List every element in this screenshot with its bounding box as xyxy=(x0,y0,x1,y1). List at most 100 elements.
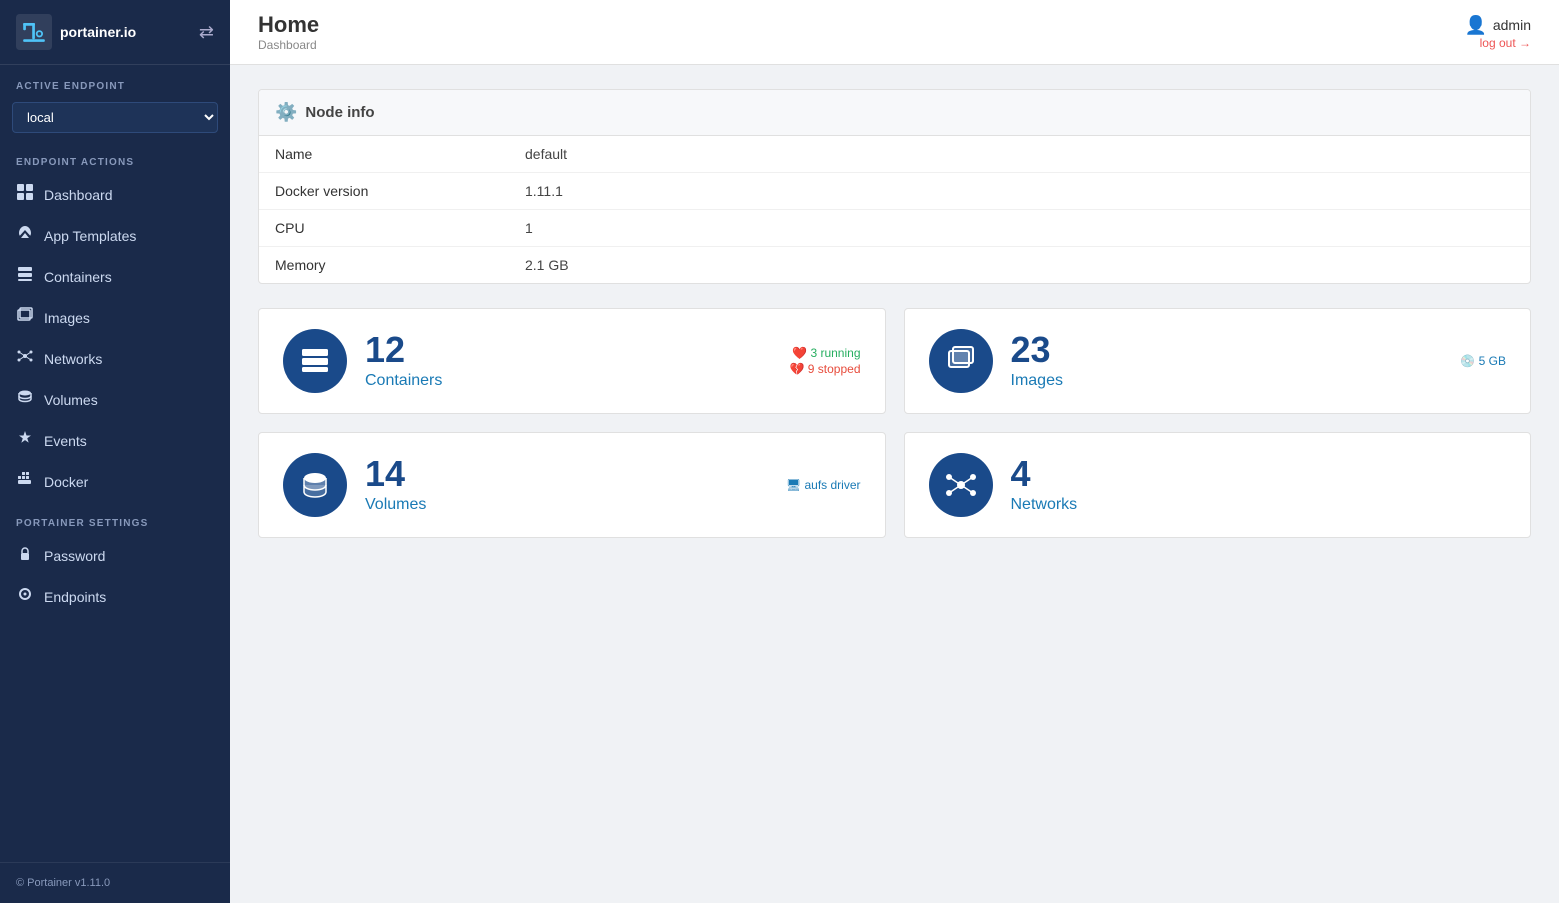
stat-card-left-containers: 12 Containers xyxy=(283,329,442,393)
server-icon: 🖥 xyxy=(786,478,805,492)
containers-label: Containers xyxy=(365,372,442,390)
node-info-name-value: default xyxy=(509,136,1530,173)
networks-count: 4 xyxy=(1011,456,1078,492)
network-icon xyxy=(16,348,34,369)
endpoints-icon xyxy=(16,586,34,607)
volumes-icon-svg xyxy=(299,469,331,501)
sidebar-item-label-dashboard: Dashboard xyxy=(44,187,113,203)
topbar: Home Dashboard 👤 admin log out → xyxy=(230,0,1559,65)
disk-icon: 💿 xyxy=(1460,354,1478,368)
topbar-title: Home Dashboard xyxy=(258,12,319,52)
sidebar-item-endpoints[interactable]: Endpoints xyxy=(0,576,230,617)
sidebar-item-events[interactable]: Events xyxy=(0,420,230,461)
sidebar-item-label-docker: Docker xyxy=(44,474,88,490)
images-meta: 💿 5 GB xyxy=(1460,354,1506,368)
stat-grid: 12 Containers ❤️ 3 running 💔 9 stopped xyxy=(258,308,1531,538)
images-icon xyxy=(16,307,34,328)
portainer-logo-icon xyxy=(16,14,52,50)
sidebar-toggle-button[interactable]: ⇄ xyxy=(199,22,214,43)
node-info-cpu-label: CPU xyxy=(259,210,509,247)
sidebar-item-label-app-templates: App Templates xyxy=(44,228,136,244)
node-info-memory-label: Memory xyxy=(259,247,509,284)
lock-icon xyxy=(16,545,34,566)
page-title: Home xyxy=(258,12,319,38)
images-count: 23 xyxy=(1011,332,1063,368)
images-label: Images xyxy=(1011,372,1063,390)
stat-info-networks: 4 Networks xyxy=(1011,456,1078,514)
active-endpoint-select-wrapper: local xyxy=(12,102,218,133)
node-info-table: Name default Docker version 1.11.1 CPU 1… xyxy=(259,136,1530,283)
sidebar-item-label-volumes: Volumes xyxy=(44,392,98,408)
volumes-count: 14 xyxy=(365,456,426,492)
active-endpoint-section-label: ACTIVE ENDPOINT xyxy=(0,65,230,98)
node-info-card: ⚙️ Node info Name default Docker version… xyxy=(258,89,1531,284)
node-info-docker-value: 1.11.1 xyxy=(509,173,1530,210)
containers-icon xyxy=(16,266,34,287)
volumes-stat-icon xyxy=(283,453,347,517)
node-info-header: ⚙️ Node info xyxy=(259,90,1530,136)
main-content: Home Dashboard 👤 admin log out → ⚙️ Node… xyxy=(230,0,1559,903)
node-info-memory-value: 2.1 GB xyxy=(509,247,1530,284)
sidebar-item-dashboard[interactable]: Dashboard xyxy=(0,174,230,215)
broken-heart-icon: 💔 xyxy=(790,362,808,376)
volumes-meta: 🖥 aufs driver xyxy=(786,478,861,492)
containers-icon-svg xyxy=(299,345,331,377)
sidebar-item-label-password: Password xyxy=(44,548,105,564)
volumes-label: Volumes xyxy=(365,496,426,514)
containers-count: 12 xyxy=(365,332,442,368)
heart-icon: ❤️ xyxy=(792,346,810,360)
sidebar-item-containers[interactable]: Containers xyxy=(0,256,230,297)
portainer-version: © Portainer v1.11.0 xyxy=(16,877,110,889)
node-info-icon: ⚙️ xyxy=(275,102,297,123)
stat-card-images[interactable]: 23 Images 💿 5 GB xyxy=(904,308,1532,414)
table-row: Docker version 1.11.1 xyxy=(259,173,1530,210)
images-icon-svg xyxy=(945,345,977,377)
stat-card-left-volumes: 14 Volumes xyxy=(283,453,426,517)
portainer-settings-label: PORTAINER SETTINGS xyxy=(0,502,230,535)
table-row: Name default xyxy=(259,136,1530,173)
rocket-icon xyxy=(16,225,34,246)
stat-card-volumes[interactable]: 14 Volumes 🖥 aufs driver xyxy=(258,432,886,538)
stat-card-left-networks: 4 Networks xyxy=(929,453,1078,517)
sidebar-item-password[interactable]: Password xyxy=(0,535,230,576)
dashboard-icon xyxy=(16,184,34,205)
sidebar-item-label-images: Images xyxy=(44,310,90,326)
sidebar-item-label-networks: Networks xyxy=(44,351,102,367)
sidebar-item-docker[interactable]: Docker xyxy=(0,461,230,502)
sidebar-header: portainer.io ⇄ xyxy=(0,0,230,65)
sidebar-item-label-containers: Containers xyxy=(44,269,112,285)
stat-card-left-images: 23 Images xyxy=(929,329,1063,393)
user-avatar-icon: 👤 xyxy=(1464,15,1486,36)
sidebar: portainer.io ⇄ ACTIVE ENDPOINT local END… xyxy=(0,0,230,903)
logout-button[interactable]: log out → xyxy=(1480,36,1531,50)
user-info: 👤 admin xyxy=(1464,15,1531,36)
sidebar-item-label-endpoints: Endpoints xyxy=(44,589,106,605)
networks-icon-svg xyxy=(945,469,977,501)
sidebar-logo-text: portainer.io xyxy=(60,24,136,40)
stat-info-volumes: 14 Volumes xyxy=(365,456,426,514)
containers-stopped: 💔 9 stopped xyxy=(790,362,861,376)
networks-stat-icon xyxy=(929,453,993,517)
containers-running: ❤️ 3 running xyxy=(792,346,860,360)
events-icon xyxy=(16,430,34,451)
sidebar-item-app-templates[interactable]: App Templates xyxy=(0,215,230,256)
active-endpoint-dropdown[interactable]: local xyxy=(12,102,218,133)
stat-info-containers: 12 Containers xyxy=(365,332,442,390)
sidebar-item-images[interactable]: Images xyxy=(0,297,230,338)
sidebar-item-label-events: Events xyxy=(44,433,87,449)
sidebar-logo: portainer.io xyxy=(16,14,136,50)
sidebar-item-networks[interactable]: Networks xyxy=(0,338,230,379)
stat-card-networks[interactable]: 4 Networks xyxy=(904,432,1532,538)
breadcrumb: Dashboard xyxy=(258,38,319,52)
sidebar-item-volumes[interactable]: Volumes xyxy=(0,379,230,420)
table-row: CPU 1 xyxy=(259,210,1530,247)
node-info-cpu-value: 1 xyxy=(509,210,1530,247)
images-stat-icon xyxy=(929,329,993,393)
stat-card-containers[interactable]: 12 Containers ❤️ 3 running 💔 9 stopped xyxy=(258,308,886,414)
volumes-icon xyxy=(16,389,34,410)
volumes-driver: 🖥 aufs driver xyxy=(786,478,861,492)
node-info-title: Node info xyxy=(305,104,374,121)
containers-meta: ❤️ 3 running 💔 9 stopped xyxy=(790,346,861,376)
sidebar-footer: © Portainer v1.11.0 xyxy=(0,862,230,903)
topbar-user: 👤 admin log out → xyxy=(1464,15,1531,50)
